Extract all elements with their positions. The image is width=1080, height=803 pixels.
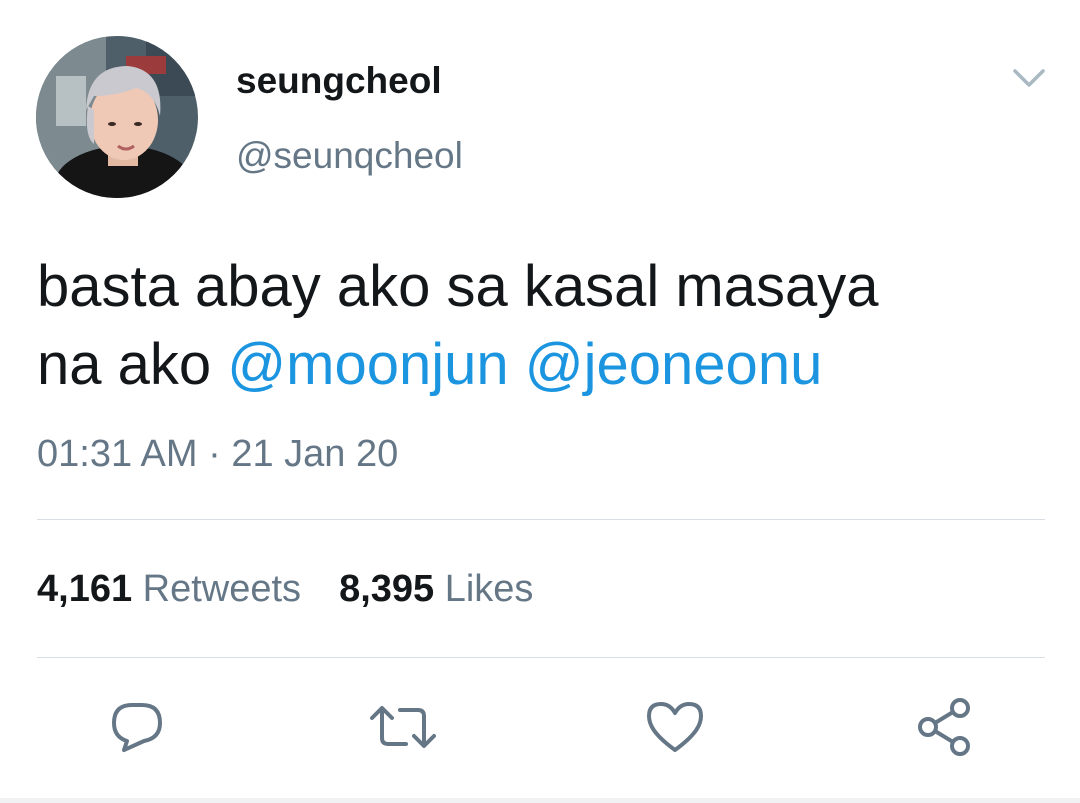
- tweet-text: basta abay ako sa kasal masaya na ako @mo…: [37, 248, 1047, 404]
- reply-icon: [112, 703, 162, 752]
- likes-label: Likes: [444, 568, 534, 610]
- retweet-button[interactable]: [368, 692, 438, 762]
- retweets-count: 4,161: [37, 568, 133, 610]
- tweet-text-line2: na ako: [37, 332, 228, 397]
- action-bar: [0, 692, 1080, 762]
- engagement-stats: 4,161 Retweets 8,395 Likes: [37, 570, 533, 608]
- likes-stat[interactable]: 8,395 Likes: [339, 570, 533, 608]
- reply-button[interactable]: [102, 692, 172, 762]
- tweet-time: 01:31 AM: [37, 433, 198, 475]
- divider: [37, 657, 1045, 658]
- tweet-text-line1: basta abay ako sa kasal masaya: [37, 254, 879, 319]
- tweet-timestamp[interactable]: 01:31 AM · 21 Jan 20: [37, 435, 398, 473]
- mention-link-moonjun[interactable]: @moonjun: [227, 332, 508, 397]
- retweets-stat[interactable]: 4,161 Retweets: [37, 570, 301, 608]
- bottom-border: [0, 798, 1080, 803]
- tweet-date: 21 Jan 20: [231, 433, 399, 475]
- share-icon: [918, 698, 970, 756]
- avatar[interactable]: [36, 36, 198, 198]
- like-button[interactable]: [640, 692, 710, 762]
- share-button[interactable]: [910, 692, 980, 762]
- likes-count: 8,395: [339, 568, 435, 610]
- display-name[interactable]: seungcheol: [236, 62, 442, 99]
- mention-link-jeoneonu[interactable]: @jeoneonu: [525, 332, 823, 397]
- retweet-icon: [370, 706, 436, 748]
- retweets-label: Retweets: [142, 568, 302, 610]
- heart-icon: [647, 702, 703, 752]
- divider: [37, 519, 1045, 520]
- user-handle[interactable]: @seunqcheol: [236, 137, 463, 174]
- chevron-down-icon[interactable]: [1012, 66, 1046, 90]
- meta-separator: ·: [208, 433, 221, 475]
- avatar-photo: [36, 36, 198, 198]
